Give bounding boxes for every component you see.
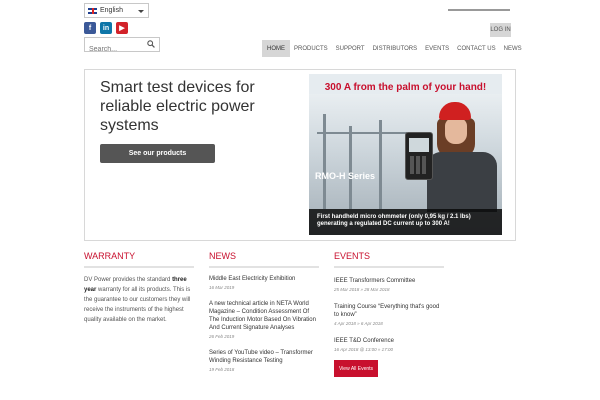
search-box bbox=[84, 37, 160, 56]
device-keypad bbox=[410, 156, 428, 174]
hero-title: Smart test devices for reliable electric… bbox=[100, 79, 255, 134]
news-item-date: 19 Feb 2018 bbox=[209, 367, 235, 372]
social-links: f in ▶ bbox=[84, 22, 128, 34]
news-item[interactable]: A new technical article in NETA World Ma… bbox=[209, 300, 319, 339]
event-item-title[interactable]: IEEE Transformers Committee bbox=[334, 277, 444, 285]
event-item-date: 16 Apr 2018 @ 13:00 » 17:00 bbox=[334, 347, 393, 352]
news-section: NEWS Middle East Electricity Exhibition … bbox=[209, 251, 319, 372]
events-section: EVENTS IEEE Transformers Committee 25 Ma… bbox=[334, 251, 444, 377]
event-item-title[interactable]: Training Course “Everything that's good … bbox=[334, 303, 444, 319]
promo-image[interactable]: 300 A from the palm of your hand! RMO-H … bbox=[309, 74, 502, 235]
person-face bbox=[445, 118, 467, 144]
header-divider bbox=[448, 9, 510, 11]
uk-flag-icon bbox=[88, 7, 97, 14]
nav-products[interactable]: PRODUCTS bbox=[290, 40, 332, 57]
news-item[interactable]: Middle East Electricity Exhibition 16 Ma… bbox=[209, 275, 319, 290]
language-label: English bbox=[100, 7, 123, 14]
promo-headline: 300 A from the palm of your hand! bbox=[324, 82, 487, 93]
news-item-date: 26 Feb 2019 bbox=[209, 334, 235, 339]
pylon-graphic bbox=[317, 132, 407, 134]
pylon-graphic bbox=[349, 126, 352, 209]
facebook-icon[interactable]: f bbox=[84, 22, 96, 34]
events-title: EVENTS bbox=[334, 251, 444, 268]
warranty-title: WARRANTY bbox=[84, 251, 194, 268]
event-item[interactable]: IEEE Transformers Committee 25 Mar 2018 … bbox=[334, 277, 444, 292]
login-button[interactable]: LOG IN bbox=[490, 23, 511, 37]
view-all-events-button[interactable]: View All Events bbox=[334, 360, 378, 377]
event-item[interactable]: Training Course “Everything that's good … bbox=[334, 303, 444, 326]
pylon-graphic bbox=[323, 114, 326, 209]
nav-home[interactable]: HOME bbox=[262, 40, 290, 57]
chevron-down-icon bbox=[138, 10, 144, 13]
news-item-title[interactable]: Middle East Electricity Exhibition bbox=[209, 275, 319, 283]
warranty-text: DV Power provides the standard three yea… bbox=[84, 277, 191, 323]
nav-support[interactable]: SUPPORT bbox=[332, 40, 369, 57]
news-item-title[interactable]: Series of YouTube video – Transformer Wi… bbox=[209, 349, 319, 365]
news-item[interactable]: Series of YouTube video – Transformer Wi… bbox=[209, 349, 319, 372]
youtube-icon[interactable]: ▶ bbox=[116, 22, 128, 34]
event-item-title[interactable]: IEEE T&D Conference bbox=[334, 337, 444, 345]
linkedin-icon[interactable]: in bbox=[100, 22, 112, 34]
warranty-section: WARRANTY DV Power provides the standard … bbox=[84, 251, 194, 325]
nav-distributors[interactable]: DISTRIBUTORS bbox=[369, 40, 422, 57]
promo-series: RMO-H Series bbox=[315, 171, 376, 181]
nav-contact-us[interactable]: CONTACT US bbox=[453, 40, 499, 57]
main-nav: HOME PRODUCTS SUPPORT DISTRIBUTORS EVENT… bbox=[262, 40, 526, 57]
search-icon[interactable] bbox=[147, 40, 155, 48]
news-item-date: 16 Mar 2019 bbox=[209, 285, 235, 290]
person-jacket bbox=[427, 152, 497, 212]
nav-events[interactable]: EVENTS bbox=[421, 40, 453, 57]
see-products-button[interactable]: See our products bbox=[100, 144, 215, 163]
search-input[interactable] bbox=[85, 43, 145, 56]
hero-banner: Smart test devices for reliable electric… bbox=[84, 69, 516, 241]
nav-news[interactable]: NEWS bbox=[500, 40, 526, 57]
news-title: NEWS bbox=[209, 251, 319, 268]
event-item-date: 25 Mar 2018 » 28 Mar 2018 bbox=[334, 287, 390, 292]
event-item[interactable]: IEEE T&D Conference 16 Apr 2018 @ 13:00 … bbox=[334, 337, 444, 352]
promo-caption: First handheld micro ohmmeter (only 0,95… bbox=[317, 214, 471, 227]
device-screen bbox=[409, 138, 429, 152]
news-item-title[interactable]: A new technical article in NETA World Ma… bbox=[209, 300, 319, 332]
event-item-date: 4 Apr 2018 » 6 Apr 2018 bbox=[334, 321, 383, 326]
language-select[interactable]: English bbox=[84, 3, 149, 18]
